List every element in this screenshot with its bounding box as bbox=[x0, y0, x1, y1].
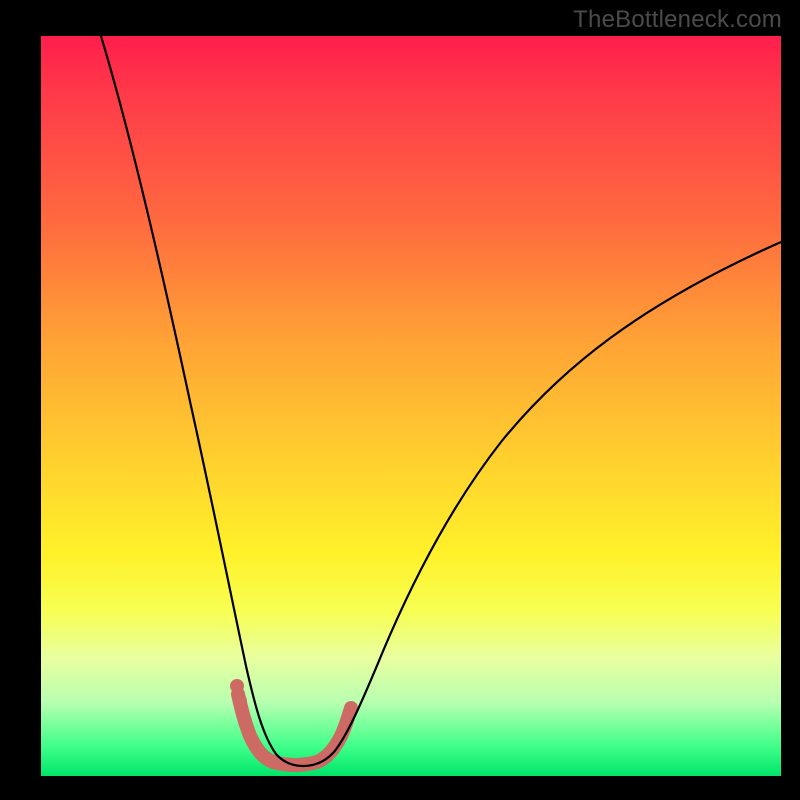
watermark-text: TheBottleneck.com bbox=[573, 6, 782, 34]
highlight-dot bbox=[230, 679, 244, 693]
curve-layer bbox=[41, 36, 781, 776]
chart-frame: TheBottleneck.com bbox=[0, 0, 800, 800]
curve-right bbox=[303, 242, 781, 766]
curve-left bbox=[101, 36, 303, 766]
highlight-dot bbox=[233, 694, 247, 708]
